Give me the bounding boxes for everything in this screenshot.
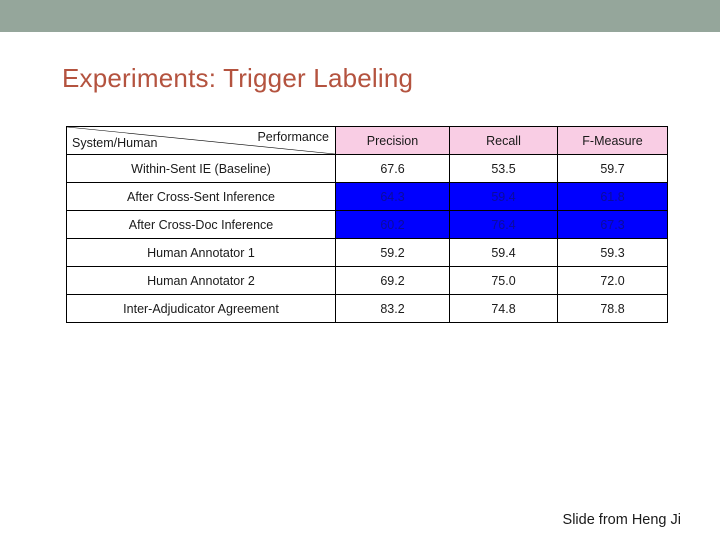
slide-credit: Slide from Heng Ji — [562, 512, 681, 528]
cell-fmeasure: 59.7 — [557, 154, 668, 183]
page-title: Experiments: Trigger Labeling — [62, 63, 414, 93]
results-table-container: Performance System/Human Precision Recal… — [66, 126, 668, 323]
cell-precision: 83.2 — [335, 294, 450, 323]
column-header-fmeasure: F-Measure — [557, 126, 668, 155]
cell-precision: 60.2 — [335, 210, 450, 239]
results-table: Performance System/Human Precision Recal… — [66, 126, 668, 323]
column-header-recall: Recall — [449, 126, 558, 155]
cell-fmeasure: 72.0 — [557, 266, 668, 295]
cell-precision: 69.2 — [335, 266, 450, 295]
table-header: Performance System/Human Precision Recal… — [66, 126, 668, 155]
system-axis-label: System/Human — [72, 136, 158, 150]
cell-recall: 75.0 — [449, 266, 558, 295]
column-header-precision: Precision — [335, 126, 450, 155]
cell-precision: 59.2 — [335, 238, 450, 267]
table-header-row: Performance System/Human Precision Recal… — [66, 126, 668, 155]
table-row: After Cross-Sent Inference 64.3 59.4 61.… — [66, 182, 668, 211]
row-label: After Cross-Sent Inference — [66, 182, 336, 211]
row-label: Inter-Adjudicator Agreement — [66, 294, 336, 323]
corner-header-cell: Performance System/Human — [66, 126, 336, 155]
cell-recall: 59.4 — [449, 182, 558, 211]
cell-recall: 76.4 — [449, 210, 558, 239]
table-row: Inter-Adjudicator Agreement 83.2 74.8 78… — [66, 294, 668, 323]
performance-axis-label: Performance — [257, 130, 329, 144]
cell-recall: 53.5 — [449, 154, 558, 183]
table-row: Human Annotator 2 69.2 75.0 72.0 — [66, 266, 668, 295]
row-label: Human Annotator 2 — [66, 266, 336, 295]
cell-recall: 74.8 — [449, 294, 558, 323]
table-row: Human Annotator 1 59.2 59.4 59.3 — [66, 238, 668, 267]
row-label: Human Annotator 1 — [66, 238, 336, 267]
cell-precision: 67.6 — [335, 154, 450, 183]
table-row: After Cross-Doc Inference 60.2 76.4 67.3 — [66, 210, 668, 239]
cell-fmeasure: 59.3 — [557, 238, 668, 267]
row-label: Within-Sent IE (Baseline) — [66, 154, 336, 183]
cell-fmeasure: 61.8 — [557, 182, 668, 211]
cell-recall: 59.4 — [449, 238, 558, 267]
cell-precision: 64.3 — [335, 182, 450, 211]
cell-fmeasure: 78.8 — [557, 294, 668, 323]
table-row: Within-Sent IE (Baseline) 67.6 53.5 59.7 — [66, 154, 668, 183]
top-banner — [0, 0, 720, 32]
row-label: After Cross-Doc Inference — [66, 210, 336, 239]
table-body: Within-Sent IE (Baseline) 67.6 53.5 59.7… — [66, 154, 668, 323]
cell-fmeasure: 67.3 — [557, 210, 668, 239]
